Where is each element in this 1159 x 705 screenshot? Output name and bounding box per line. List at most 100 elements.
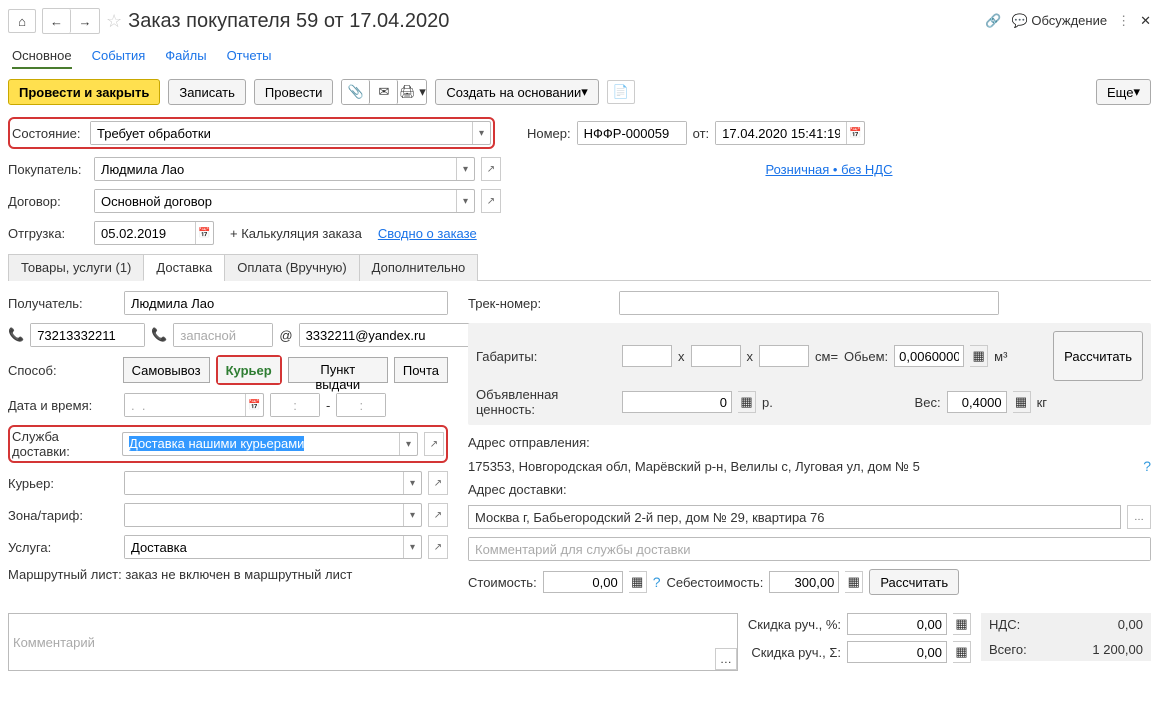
volume-input[interactable] (894, 345, 964, 367)
route-text: Маршрутный лист: заказ не включен в марш… (8, 567, 352, 582)
track-label: Трек-номер: (468, 296, 613, 311)
phone-input[interactable] (31, 324, 144, 346)
link-icon[interactable]: 🔗 (985, 13, 1001, 29)
calc-icon[interactable]: ▦ (953, 613, 971, 635)
service-input[interactable]: Доставка нашими курьерами (123, 433, 399, 455)
close-icon[interactable]: ✕ (1140, 13, 1151, 29)
method-label: Способ: (8, 363, 117, 378)
calc-icon[interactable]: ▦ (738, 391, 756, 413)
phone2-input[interactable] (174, 324, 272, 346)
help-icon[interactable]: ? (653, 574, 661, 590)
dropdown-icon[interactable]: ▾ (403, 536, 421, 558)
tab-delivery[interactable]: Доставка (143, 254, 225, 281)
calendar-icon[interactable]: 📅 (195, 222, 213, 244)
summary-link[interactable]: Сводно о заказе (378, 226, 477, 241)
time-from-input[interactable] (271, 394, 319, 416)
method-post[interactable]: Почта (394, 357, 448, 383)
recipient-input[interactable] (125, 292, 447, 314)
dropdown-icon[interactable]: ▾ (472, 122, 490, 144)
tab-payment[interactable]: Оплата (Вручную) (224, 254, 359, 281)
comment-input[interactable] (9, 614, 715, 670)
save-button[interactable]: Записать (168, 79, 246, 105)
weight-input[interactable] (947, 391, 1007, 413)
track-input[interactable] (620, 292, 998, 314)
dim-z[interactable] (759, 345, 809, 367)
declared-input[interactable] (622, 391, 732, 413)
service-comment-input[interactable] (469, 538, 1150, 560)
time-to-input[interactable] (337, 394, 385, 416)
attach-icon[interactable]: 📎 (342, 80, 370, 104)
number-input[interactable] (578, 122, 686, 144)
post-button[interactable]: Провести (254, 79, 334, 105)
date-input[interactable] (716, 122, 846, 144)
calc-icon[interactable]: ▦ (629, 571, 647, 593)
dims-label: Габариты: (476, 349, 616, 364)
usluga-input[interactable] (125, 536, 403, 558)
open-icon[interactable]: ↗ (424, 432, 444, 456)
discuss-icon[interactable]: 💬 Обсуждение (1012, 13, 1108, 29)
calc-icon[interactable]: ▦ (845, 571, 863, 593)
help-icon[interactable]: ? (1143, 458, 1151, 474)
contract-input[interactable] (95, 190, 456, 212)
dim-x[interactable] (622, 345, 672, 367)
calendar-icon[interactable]: 📅 (846, 122, 864, 144)
dropdown-icon[interactable]: ▾ (399, 433, 417, 455)
contract-label: Договор: (8, 194, 88, 209)
cost-input[interactable] (543, 571, 623, 593)
tab-goods[interactable]: Товары, услуги (1) (8, 254, 144, 281)
calculate-button-2[interactable]: Рассчитать (869, 569, 959, 595)
post-and-close-button[interactable]: Провести и закрыть (8, 79, 160, 105)
create-based-button[interactable]: Создать на основании ▾ (435, 79, 598, 105)
open-icon[interactable]: ↗ (481, 157, 501, 181)
calc-icon[interactable]: ▦ (1013, 391, 1031, 413)
zone-input[interactable] (125, 504, 403, 526)
method-pickup[interactable]: Самовывоз (123, 357, 210, 383)
more-icon[interactable]: ⋮ (1117, 13, 1130, 29)
report-icon[interactable]: 📄 (607, 80, 635, 104)
dropdown-icon[interactable]: ▾ (403, 504, 421, 526)
tab-additional[interactable]: Дополнительно (359, 254, 479, 281)
dropdown-icon[interactable]: ▾ (403, 472, 421, 494)
selfcost-input[interactable] (769, 571, 839, 593)
disc-pct-input[interactable] (847, 613, 947, 635)
open-icon[interactable]: ↗ (428, 471, 448, 495)
comment-box[interactable]: … (8, 613, 738, 671)
mail-icon[interactable]: ✉ (370, 80, 398, 104)
method-courier[interactable]: Курьер (218, 357, 280, 383)
forward-icon[interactable]: → (71, 9, 99, 33)
state-input[interactable] (91, 122, 472, 144)
selfcost-label: Себестоимость: (667, 575, 764, 590)
favorite-star-icon[interactable]: ☆ (106, 11, 122, 32)
dim-y[interactable] (691, 345, 741, 367)
addr-to-text[interactable]: Москва г, Бабьегородский 2-й пер, дом № … (475, 510, 1114, 525)
calc-icon[interactable]: ▦ (953, 641, 971, 663)
calculate-button[interactable]: Рассчитать (1053, 331, 1143, 381)
sub-tabs: Товары, услуги (1) Доставка Оплата (Вруч… (8, 253, 1151, 281)
home-icon[interactable]: ⌂ (8, 9, 36, 33)
ship-date-input[interactable] (95, 222, 195, 244)
tab-events[interactable]: События (92, 44, 146, 69)
dropdown-icon[interactable]: ▾ (456, 190, 474, 212)
disc-sum-input[interactable] (847, 641, 947, 663)
tab-main[interactable]: Основное (12, 44, 72, 69)
dropdown-icon[interactable]: ▾ (456, 158, 474, 180)
retail-link[interactable]: Розничная • без НДС (766, 162, 893, 177)
from-label: от: (693, 126, 710, 141)
dots-icon[interactable]: … (715, 648, 737, 670)
print-icon[interactable]: 🖨 ▾ (398, 80, 426, 104)
delivery-date-input[interactable] (125, 394, 245, 416)
courier-input[interactable] (125, 472, 403, 494)
calc-icon[interactable]: ▦ (970, 345, 988, 367)
open-icon[interactable]: ↗ (428, 503, 448, 527)
more-button[interactable]: Еще ▾ (1096, 79, 1151, 105)
open-icon[interactable]: ↗ (428, 535, 448, 559)
calendar-icon[interactable]: 📅 (245, 394, 263, 416)
dots-icon[interactable]: … (1127, 505, 1151, 529)
method-point[interactable]: Пункт выдачи (288, 357, 388, 383)
open-icon[interactable]: ↗ (481, 189, 501, 213)
back-icon[interactable]: ← (43, 9, 71, 33)
buyer-input[interactable] (95, 158, 456, 180)
tab-reports[interactable]: Отчеты (227, 44, 272, 69)
tab-files[interactable]: Файлы (165, 44, 206, 69)
email-input[interactable] (300, 324, 488, 346)
